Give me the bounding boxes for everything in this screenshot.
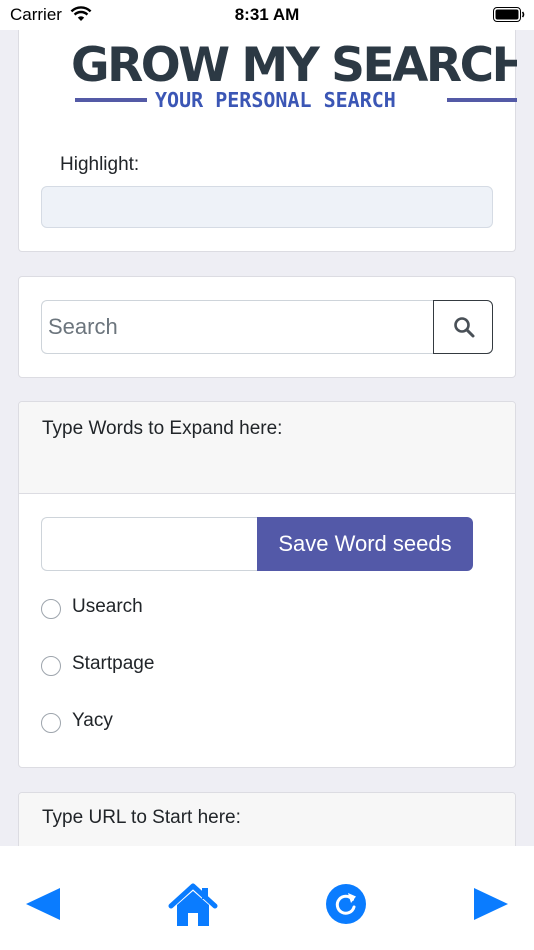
clock: 8:31 AM <box>234 5 300 24</box>
engine-label: Startpage <box>72 653 155 674</box>
search-card <box>18 276 516 378</box>
status-bar: Carrier 8:31 AM <box>0 0 534 30</box>
logo-divider-left <box>75 98 147 102</box>
expand-title: Type Words to Expand here: <box>42 418 283 439</box>
search-icon <box>454 317 475 338</box>
grow-my-search-logo: GROW MY SEARCH YOUR PERSONAL SEARCH <box>71 38 517 116</box>
back-arrow-icon[interactable] <box>20 882 70 930</box>
expand-card-header: Type Words to Expand here: <box>19 402 515 494</box>
refresh-icon[interactable] <box>321 882 371 930</box>
save-word-seeds-button[interactable]: Save Word seeds <box>257 517 473 571</box>
bottom-toolbar <box>0 846 534 950</box>
expand-words-card: Type Words to Expand here: Save Word see… <box>18 401 516 768</box>
logo-divider-right <box>447 98 517 102</box>
highlight-field[interactable] <box>41 186 493 228</box>
radio-button[interactable] <box>41 656 61 676</box>
home-icon[interactable] <box>168 882 218 930</box>
url-title: Type URL to Start here: <box>42 807 241 828</box>
search-button[interactable] <box>433 300 493 354</box>
engine-label: Yacy <box>72 710 113 731</box>
logo-subtitle: YOUR PERSONAL SEARCH <box>155 88 396 112</box>
battery-icon <box>493 7 525 22</box>
logo-card: GROW MY SEARCH YOUR PERSONAL SEARCH High… <box>18 20 517 252</box>
logo-title: GROW MY SEARCH <box>71 38 517 93</box>
radio-button[interactable] <box>41 713 61 733</box>
highlight-label: Highlight: <box>60 154 140 175</box>
forward-arrow-icon[interactable] <box>466 882 516 930</box>
search-input[interactable] <box>41 300 435 354</box>
word-seed-input[interactable] <box>41 517 261 571</box>
radio-button[interactable] <box>41 599 61 619</box>
engine-label: Usearch <box>72 596 143 617</box>
